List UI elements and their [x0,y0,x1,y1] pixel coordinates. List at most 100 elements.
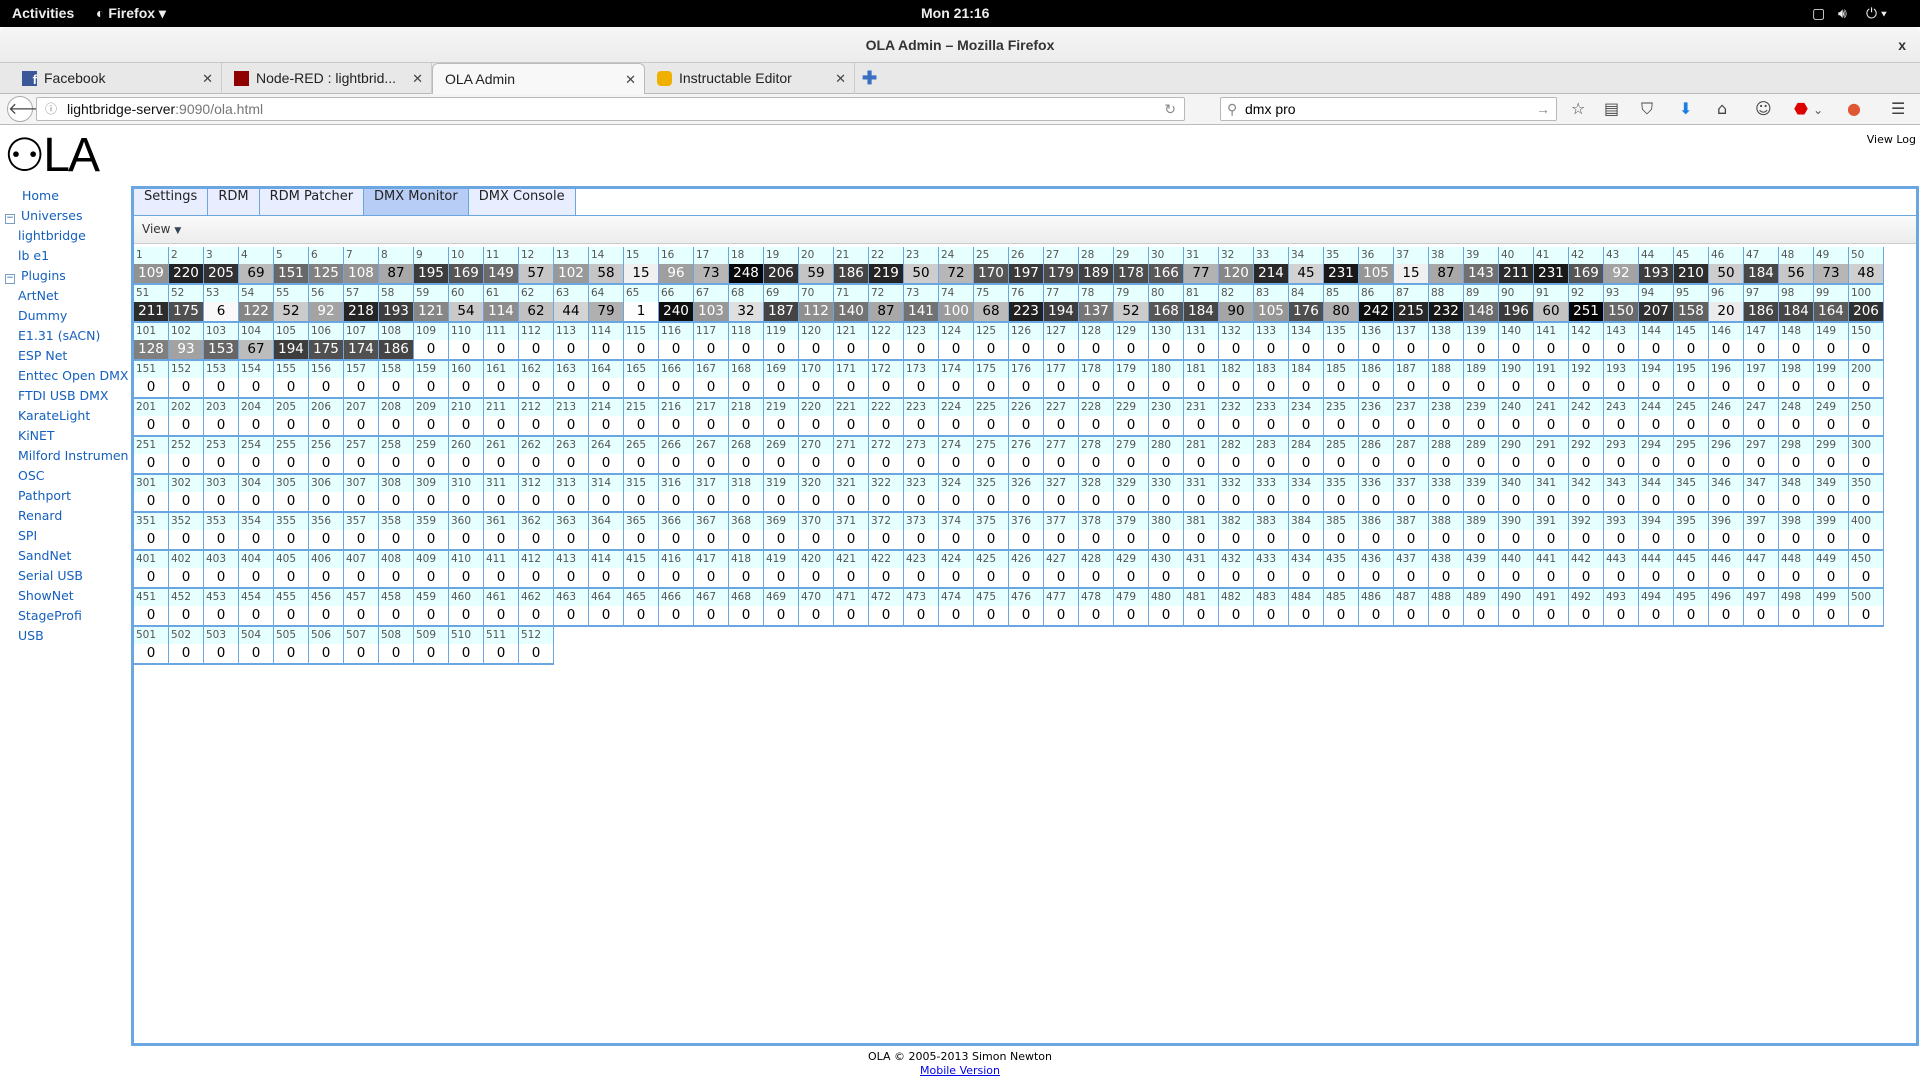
channel-number: 60 [449,285,483,302]
dmx-channel: 116 0 [659,323,694,361]
close-tab-icon[interactable]: ✕ [412,63,423,94]
sidebar-item-plugin[interactable]: Milford Instruments [0,446,128,466]
sidebar-item-plugin[interactable]: Pathport [0,486,128,506]
sidebar-item-plugin[interactable]: USB [0,626,128,646]
volume-icon[interactable]: 🔊︎ [1838,5,1847,22]
channel-value: 0 [204,454,238,473]
reload-icon[interactable]: ↻ [1164,98,1176,120]
channel-value: 0 [414,568,448,587]
channel-value: 0 [904,340,938,359]
channel-value: 219 [869,264,903,283]
channel-number: 6 [309,247,343,264]
sidebar-item-plugin[interactable]: ArtNet [0,286,128,306]
dmx-channel: 404 0 [239,551,274,589]
dmx-channel: 266 0 [659,437,694,475]
channel-number: 46 [1709,247,1743,264]
back-button[interactable]: 🡐 [7,96,51,122]
sidebar-item-plugin[interactable]: FTDI USB DMX [0,386,128,406]
sidebar-item-plugin[interactable]: Dummy [0,306,128,326]
tab-instructable-editor[interactable]: Instructable Editor ✕ [645,63,855,94]
channel-number: 298 [1779,437,1813,454]
dmx-channel: 368 0 [729,513,764,551]
collapse-icon[interactable]: − [5,214,15,224]
dmx-channel: 448 0 [1779,551,1814,589]
tab-node-red[interactable]: Node-RED : lightbrid... ✕ [222,63,432,94]
dmx-channel: 32 120 [1219,247,1254,285]
sidebar-item-plugin[interactable]: StageProfi [0,606,128,626]
channel-value: 0 [694,606,728,625]
home-icon[interactable]: ⌂ [1717,99,1727,118]
channel-number: 427 [1044,551,1078,568]
search-input[interactable]: ⚲ dmx pro → [1220,97,1557,121]
sidebar-item-plugin[interactable]: OSC [0,466,128,486]
dmx-channel: 384 0 [1289,513,1324,551]
menu-icon[interactable]: ☰ [1891,99,1905,118]
channel-value: 0 [484,606,518,625]
clock[interactable]: Mon 21:16 [921,5,989,21]
channel-value: 158 [1674,302,1708,321]
bookmark-star-icon[interactable]: ☆ [1571,99,1585,118]
power-icon[interactable]: ⏻ ▾ [1866,5,1887,22]
close-tab-icon[interactable]: ✕ [835,63,846,94]
channel-value: 0 [449,378,483,397]
sidebar-item-plugin[interactable]: SandNet [0,546,128,566]
sidebar-item-plugin[interactable]: Enttec Open DMX [0,366,128,386]
tab-rdm-patcher[interactable]: RDM Patcher [259,189,365,215]
sidebar-item-plugin[interactable]: Renard [0,506,128,526]
channel-number: 56 [309,285,343,302]
sidebar-plugins[interactable]: − Plugins [0,266,128,286]
tab-settings[interactable]: Settings [134,189,209,215]
adblock-icon[interactable]: ⬣ ⌄ [1794,99,1823,118]
channel-value: 0 [1744,492,1778,511]
sidebar-item-plugin[interactable]: KiNET [0,426,128,446]
sidebar-item-universe[interactable]: lb e1 [0,246,128,266]
sidebar-item-home[interactable]: Home [0,186,128,206]
go-arrow-icon[interactable]: → [1536,98,1550,120]
dmx-channel: 4650 [624,589,659,627]
channel-number: 377 [1044,513,1078,530]
tab-dmx-console[interactable]: DMX Console [468,189,576,215]
sidebar-item-plugin[interactable]: E1.31 (sACN) [0,326,128,346]
reading-list-icon[interactable]: ▤ [1604,99,1619,118]
channel-number: 130 [1149,323,1183,340]
duckduckgo-icon[interactable]: ● [1847,99,1861,118]
firefox-app-menu[interactable]: ◐ Firefox ▾ [96,5,166,22]
sidebar-universes[interactable]: − Universes [0,206,128,226]
close-window-button[interactable]: x [1898,27,1906,63]
close-tab-icon[interactable]: ✕ [625,64,636,95]
sidebar-item-universe[interactable]: lightbridge [0,226,128,246]
channel-value: 0 [484,378,518,397]
sidebar-item-plugin[interactable]: ESP Net [0,346,128,366]
chat-icon[interactable]: ☺ [1755,99,1772,118]
new-tab-button[interactable]: ✚ [862,63,886,94]
sidebar-item-plugin[interactable]: KarateLight [0,406,128,426]
dmx-channel: 223 0 [904,399,939,437]
tab-rdm[interactable]: RDM [208,189,260,215]
view-log-link[interactable]: View Log [1867,133,1916,146]
window-icon[interactable]: ▢ [1812,5,1825,22]
channel-value: 0 [869,606,903,625]
dmx-channel: 175 0 [974,361,1009,399]
activities-button[interactable]: Activities [12,5,74,21]
channel-number: 237 [1394,399,1428,416]
sidebar-item-plugin[interactable]: SPI [0,526,128,546]
channel-number: 322 [869,475,903,492]
close-tab-icon[interactable]: ✕ [202,63,213,94]
channel-number: 35 [1324,247,1358,264]
view-menu[interactable]: View ▼ [134,216,1916,244]
channel-number: 181 [1184,361,1218,378]
sidebar-item-plugin[interactable]: ShowNet [0,586,128,606]
download-icon[interactable]: ⬇ [1679,99,1692,118]
dmx-channel: 57 218 [344,285,379,323]
dmx-channel: 506 0 [309,627,344,665]
pocket-icon[interactable]: ⛉ [1641,99,1653,119]
tab-facebook[interactable]: f Facebook ✕ [10,63,222,94]
collapse-icon[interactable]: − [5,274,15,284]
tab-dmx-monitor[interactable]: DMX Monitor [364,189,469,215]
sidebar-item-plugin[interactable]: Serial USB [0,566,128,586]
tab-ola-admin[interactable]: OLA Admin ✕ [432,63,645,94]
channel-value: 0 [1569,378,1603,397]
info-icon[interactable]: ⓘ [45,98,57,120]
mobile-version-link[interactable]: Mobile Version [920,1064,1000,1077]
url-bar[interactable]: ⓘ lightbridge-server:9090/ola.html ↻ [36,97,1185,121]
